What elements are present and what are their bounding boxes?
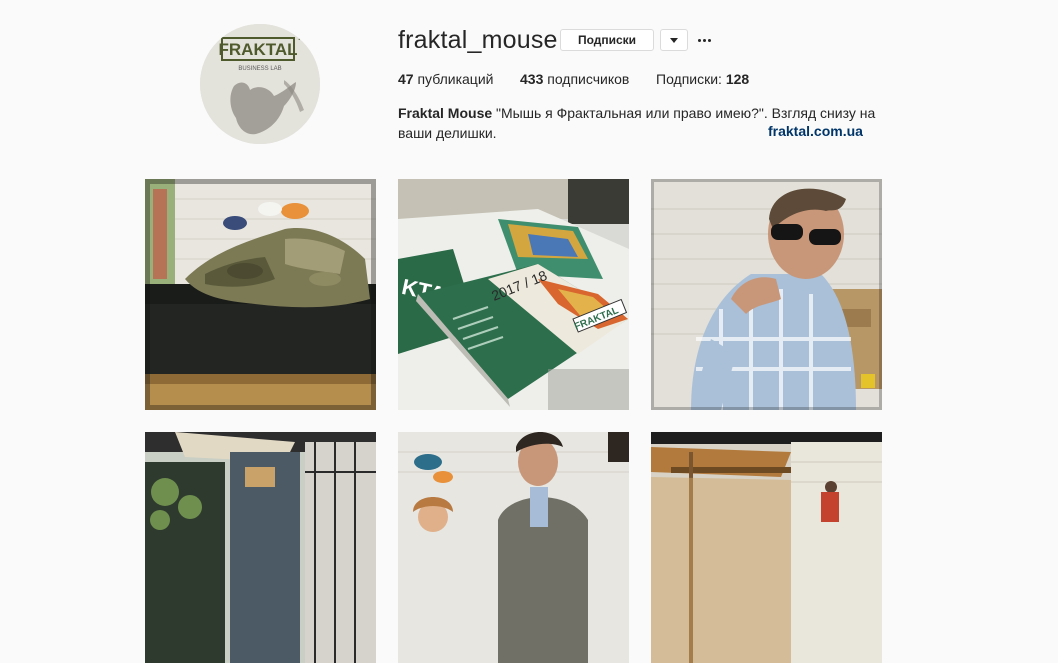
photo-tile[interactable]: KTAL 2017 / 18 FRAKTAL <box>398 179 629 410</box>
following-count: 128 <box>725 71 750 87</box>
photo-image <box>145 179 376 410</box>
followers-label: подписчиков <box>543 71 630 87</box>
dot <box>707 38 711 42</box>
photo-image <box>651 432 882 663</box>
dot <box>697 38 701 42</box>
photo-tile[interactable] <box>145 179 376 410</box>
profile-username: fraktal_mouse <box>398 26 558 54</box>
photo-image: KTAL 2017 / 18 FRAKTAL <box>398 179 629 410</box>
photo-image <box>145 432 376 663</box>
avatar-image: FRAKTAL × BUSINESS LAB <box>200 24 320 144</box>
suggestions-dropdown-button[interactable] <box>660 29 688 51</box>
bio-full-name: Fraktal Mouse <box>398 105 493 121</box>
posts-stat: 47 публикаций <box>398 71 493 87</box>
dot <box>702 38 706 42</box>
followers-stat[interactable]: 433 подписчиков <box>520 71 629 87</box>
chevron-down-icon <box>670 37 678 43</box>
photo-tile[interactable] <box>145 432 376 663</box>
avatar-logo-sub: BUSINESS LAB <box>238 66 281 72</box>
photo-image <box>398 432 629 663</box>
photo-tile[interactable] <box>651 432 882 663</box>
posts-count: 47 <box>398 71 414 87</box>
photo-tile[interactable] <box>398 432 629 663</box>
following-label: Подписки: <box>656 71 726 87</box>
avatar-logo-text: FRAKTAL <box>219 40 298 59</box>
photo-image <box>651 179 882 410</box>
following-stat[interactable]: Подписки: 128 <box>656 71 749 87</box>
photo-tile[interactable] <box>651 179 882 410</box>
following-button[interactable]: Подписки <box>560 29 654 51</box>
posts-label: публикаций <box>413 71 494 87</box>
more-options-icon[interactable] <box>694 29 714 51</box>
followers-count: 433 <box>520 71 544 87</box>
svg-text:×: × <box>298 33 304 44</box>
bio-website-link[interactable]: fraktal.com.ua <box>768 123 863 139</box>
profile-avatar[interactable]: FRAKTAL × BUSINESS LAB <box>200 24 320 144</box>
